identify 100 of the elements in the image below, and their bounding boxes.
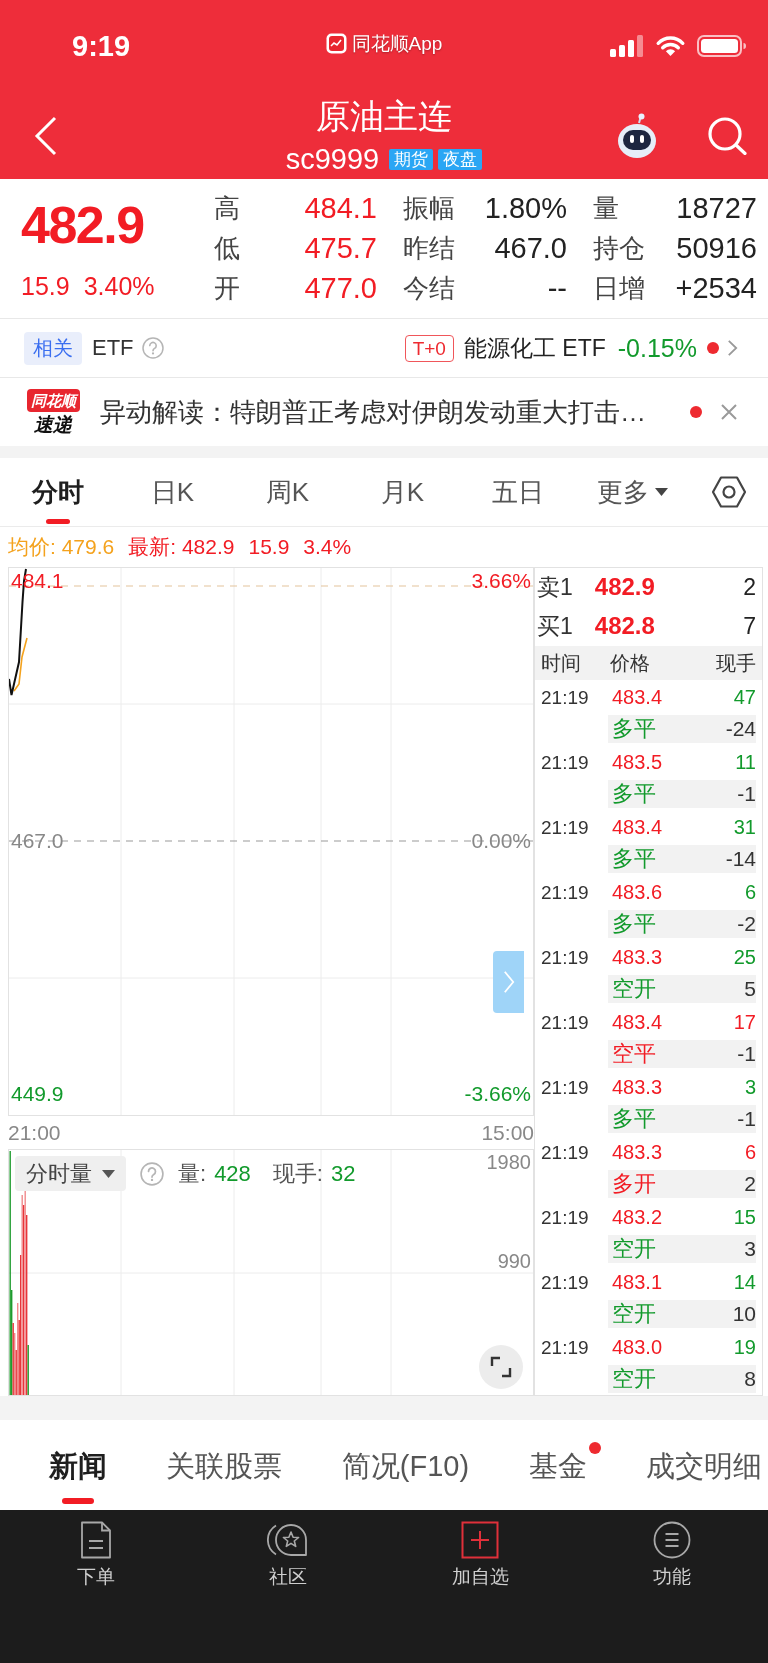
nav-item[interactable]: 下单: [0, 1510, 192, 1590]
trade-type: 空开: [612, 1300, 656, 1328]
chart-tab[interactable]: 周K: [230, 458, 345, 526]
trade-time: 21:19: [541, 1206, 590, 1229]
stat-label: 开: [214, 271, 240, 305]
order-side-label: 买1: [537, 611, 573, 641]
trade-quantity: 11: [735, 751, 756, 774]
trade-time: 21:19: [541, 1011, 590, 1034]
position-change: 3: [744, 1237, 756, 1261]
trade-time: 21:19: [541, 686, 590, 709]
time-label: 15:00: [481, 1120, 534, 1145]
expand-icon: [490, 1356, 512, 1378]
trade-type: 空开: [612, 1235, 656, 1263]
close-icon[interactable]: [720, 403, 738, 421]
stat-label: 量: [593, 191, 619, 225]
position-change: 10: [732, 1302, 756, 1326]
hand-value: 32: [330, 1160, 356, 1187]
trade-price: 483.3: [612, 946, 663, 969]
trade-price: 483.0: [612, 1336, 663, 1359]
market-tag: 期货: [389, 148, 434, 170]
section-tab[interactable]: 简况(F10): [341, 1420, 470, 1510]
chart-tab[interactable]: 更多: [575, 458, 690, 526]
price-change-percent: 3.40%: [83, 273, 155, 299]
section-tab[interactable]: 关联股票: [166, 1420, 283, 1510]
caret-icon: [102, 1169, 115, 1178]
trade-time: 21:19: [541, 946, 590, 969]
volume-label: 量:: [178, 1159, 207, 1188]
position-change: -24: [725, 717, 756, 741]
contract-code: sc9999: [285, 144, 380, 174]
indicator-dropdown[interactable]: 分时量: [15, 1156, 126, 1191]
position-change: -14: [725, 847, 756, 871]
stat-value: 477.0: [304, 271, 377, 305]
trade-quantity: 3: [744, 1076, 756, 1099]
column-header: 时间: [541, 650, 582, 676]
trade-price: 483.4: [612, 1011, 663, 1034]
news-logo-badge: 同花顺: [26, 388, 80, 412]
order-side-label: 卖1: [537, 572, 573, 602]
robot-icon[interactable]: [617, 112, 657, 159]
trade-price: 483.6: [612, 881, 663, 904]
expand-button[interactable]: [479, 1345, 523, 1389]
trade-quantity: 25: [733, 946, 756, 969]
trade-price: 483.2: [612, 1206, 663, 1229]
search-icon[interactable]: [707, 116, 747, 155]
axis-label: 449.9: [11, 1082, 64, 1106]
column-header: 现手: [716, 650, 756, 676]
nav-item[interactable]: 社区: [192, 1510, 384, 1590]
latest-change: 15.9: [248, 535, 290, 559]
stat-label: 今结: [403, 271, 455, 305]
axis-label: 0.00%: [471, 829, 531, 853]
axis-label: 467.0: [11, 829, 64, 853]
trade-time: 21:19: [541, 751, 590, 774]
chart-tab[interactable]: 月K: [345, 458, 460, 526]
chevron-right-icon: [502, 970, 515, 994]
nav-item[interactable]: 功能: [576, 1510, 768, 1590]
page-title: 原油主连: [316, 96, 452, 136]
trade-quantity: 47: [733, 686, 756, 709]
trade-quantity: 6: [744, 881, 756, 904]
trade-price: 483.4: [612, 686, 663, 709]
section-tab[interactable]: 新闻: [49, 1420, 107, 1510]
trade-type: 多平: [612, 780, 656, 808]
status-time: 9:19: [72, 29, 131, 62]
chart-tab[interactable]: 五日: [460, 458, 575, 526]
trade-type: 空开: [612, 1365, 656, 1393]
stat-label: 振幅: [403, 191, 455, 225]
position-change: -1: [737, 1107, 756, 1131]
order-quantity: 7: [743, 612, 756, 640]
app-logo-icon: [325, 32, 347, 54]
trade-type: 空开: [612, 975, 656, 1003]
axis-label: -3.66%: [464, 1082, 531, 1106]
stat-label: 日增: [593, 271, 645, 305]
section-tab[interactable]: 成交明细: [646, 1420, 762, 1510]
volume-value: 428: [214, 1160, 251, 1187]
related-tag: 相关: [24, 331, 82, 365]
chart-tab[interactable]: 分时: [0, 458, 115, 526]
scale-label: 1980: [486, 1151, 531, 1173]
wifi-icon: [654, 35, 687, 57]
average-line: [13, 637, 28, 692]
news-headline[interactable]: 异动解读：特朗普正考虑对伊朗发动重大打击…: [100, 394, 646, 430]
fund-change: -0.15%: [617, 333, 697, 363]
section-tab[interactable]: 基金: [528, 1420, 587, 1510]
stat-value: --: [547, 271, 567, 305]
trade-quantity: 6: [744, 1141, 756, 1164]
position-change: 5: [744, 977, 756, 1001]
chart-tab[interactable]: 日K: [115, 458, 230, 526]
trade-type: 多平: [612, 1105, 656, 1133]
order-quantity: 2: [743, 573, 756, 601]
axis-label: 3.66%: [471, 569, 531, 593]
stat-label: 低: [214, 231, 240, 265]
trade-time: 21:19: [541, 1271, 590, 1294]
trade-quantity: 17: [733, 1011, 756, 1034]
settings-icon[interactable]: [712, 476, 746, 508]
time-label: 21:00: [8, 1120, 61, 1145]
stat-label: 持仓: [593, 231, 645, 265]
t0-badge: T+0: [404, 334, 454, 362]
fund-name[interactable]: 能源化工 ETF: [463, 332, 606, 364]
trade-quantity: 14: [733, 1271, 756, 1294]
chevron-left-icon[interactable]: [34, 115, 58, 156]
stat-value: 18727: [676, 191, 757, 225]
position-change: -1: [737, 1042, 756, 1066]
nav-item[interactable]: 加自选: [384, 1510, 576, 1590]
